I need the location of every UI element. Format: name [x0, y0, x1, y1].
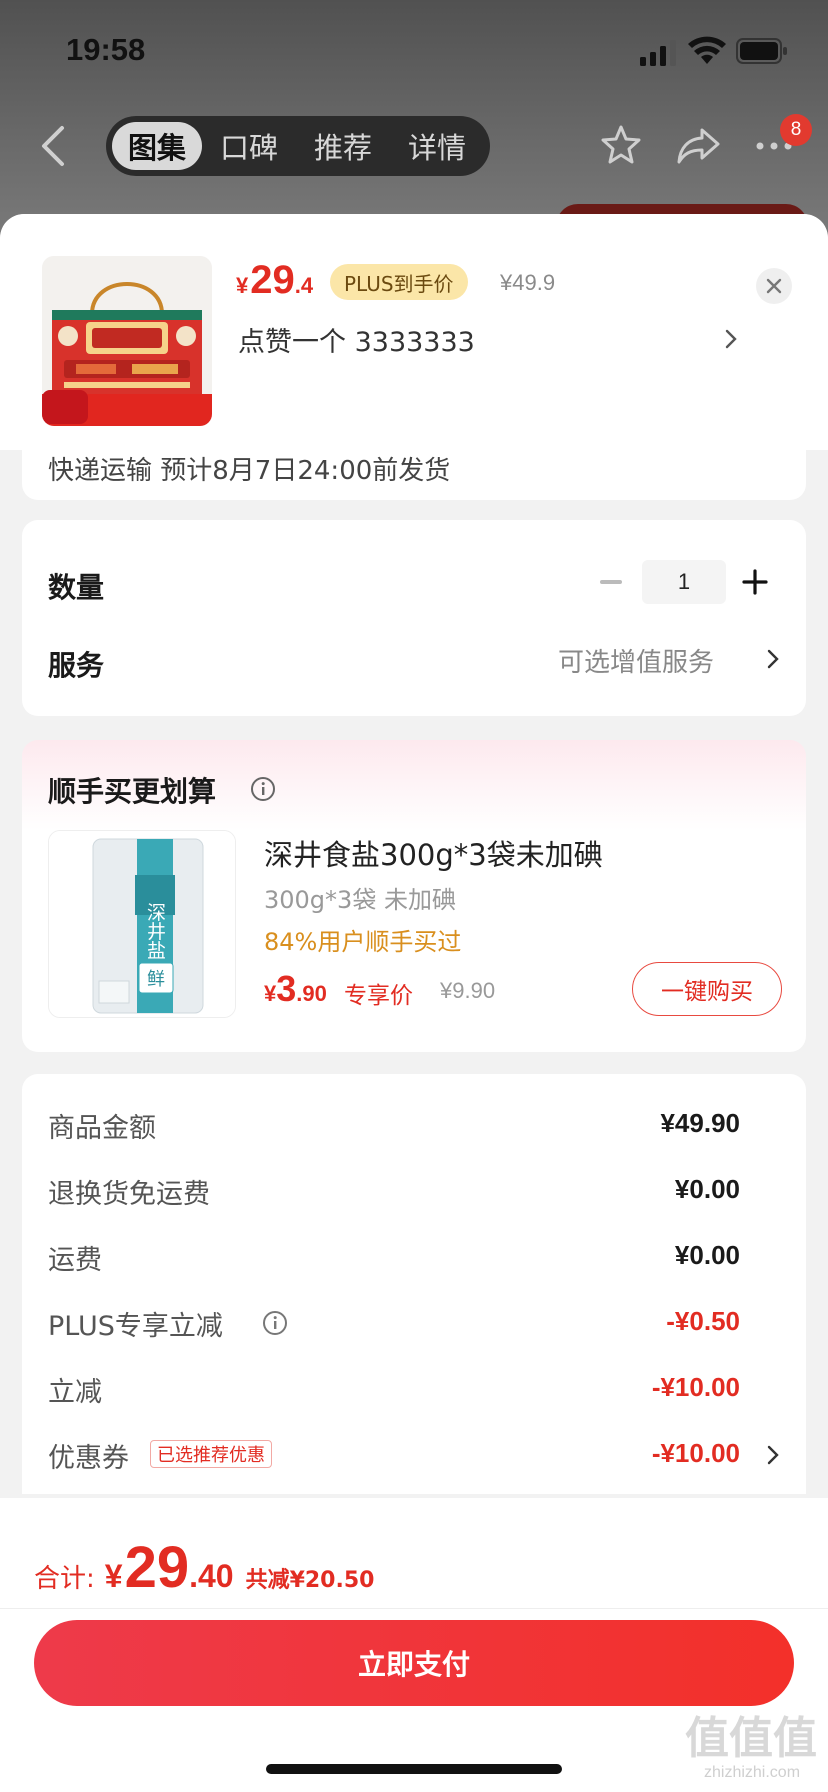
status-time: 19:58 [66, 32, 146, 67]
product-thumbnail[interactable] [42, 256, 212, 426]
summary-value: -¥10.00 [651, 1372, 740, 1402]
tab-recommend[interactable]: 推荐 [296, 122, 390, 170]
pay-now-button[interactable]: 立即支付 [34, 1620, 794, 1706]
back-icon[interactable] [36, 124, 72, 168]
summary-value: ¥0.00 [674, 1240, 740, 1270]
addon-price-decimal: .90 [296, 981, 327, 1006]
wifi-icon [688, 36, 726, 64]
summary-label: 立减 [48, 1377, 102, 1408]
summary-label: 运费 [48, 1245, 102, 1276]
summary-value: ¥0.00 [674, 1174, 740, 1204]
share-icon[interactable] [676, 126, 720, 166]
info-icon[interactable] [250, 776, 276, 802]
tab-reviews[interactable]: 口碑 [202, 122, 296, 170]
quantity-label: 数量 [48, 571, 105, 604]
summary-row-coupon[interactable]: 优惠券 已选推荐优惠 -¥10.00 [22, 1436, 806, 1476]
summary-label: 优惠券 [48, 1443, 129, 1474]
salt-package-image: 深井盐 鲜 [49, 831, 235, 1017]
tab-gallery[interactable]: 图集 [112, 122, 202, 170]
summary-label: 商品金额 [48, 1113, 156, 1144]
total-label: 合计: [34, 1564, 95, 1594]
divider [0, 1608, 828, 1609]
salt-package-sublabel: 鲜 [147, 969, 165, 990]
notification-badge: 8 [780, 114, 812, 146]
order-total: 合计: ¥ 29 .40 共减¥20.50 [34, 1534, 374, 1601]
hotpot-package-image [42, 256, 212, 426]
summary-value: ¥49.90 [660, 1108, 740, 1138]
summary-value: -¥10.00 [651, 1438, 740, 1468]
quantity-input[interactable]: 1 [642, 560, 726, 604]
total-discount: 共减¥20.50 [245, 1568, 375, 1593]
quantity-increase-button[interactable] [740, 567, 770, 597]
one-click-buy-button[interactable]: 一键购买 [632, 962, 782, 1016]
status-bar: 19:58 [0, 0, 828, 100]
quantity-decrease-button[interactable] [600, 580, 622, 584]
info-icon[interactable] [262, 1310, 288, 1336]
service-value[interactable]: 可选增值服务 [558, 642, 714, 679]
summary-row-instant-discount: 立减 -¥10.00 [22, 1370, 806, 1410]
addon-price-currency: ¥ [264, 981, 277, 1006]
summary-value: -¥0.50 [666, 1306, 740, 1336]
shipping-text: 快递运输 预计8月7日24:00前发货 [48, 456, 451, 486]
total-decimal: .40 [189, 1558, 234, 1594]
price-summary-card: 商品金额 ¥49.90 退换货免运费 ¥0.00 运费 ¥0.00 PLUS专享… [22, 1074, 806, 1494]
service-label: 服务 [48, 649, 105, 682]
price-integer: 29 [250, 258, 295, 302]
summary-row-subtotal: 商品金额 ¥49.90 [22, 1106, 806, 1146]
coupon-tag: 已选推荐优惠 [150, 1440, 272, 1468]
close-button[interactable] [756, 268, 792, 304]
summary-row-plus-discount: PLUS专享立减 -¥0.50 [22, 1304, 806, 1344]
addon-title: 顺手买更划算 [48, 775, 217, 808]
addon-card: 顺手买更划算 深井盐 鲜 深井食盐300g*3袋未加碘 300g*3袋 未加碘 … [22, 740, 806, 1052]
watermark-url: zhizhizhi.com [703, 1764, 801, 1781]
addon-price-integer: 3 [276, 968, 297, 1009]
addon-price: ¥ 3 .90 [264, 968, 327, 1010]
nav-tabs: 图集 口碑 推荐 详情 [106, 116, 490, 176]
chevron-right-icon[interactable] [724, 328, 738, 350]
sheet-header: ¥ 29 .4 PLUS到手价 ¥49.9 点赞一个 3333333 [0, 214, 828, 450]
plus-price-tag: PLUS到手价 [330, 264, 468, 300]
summary-label: 退换货免运费 [48, 1179, 210, 1210]
quantity-service-card: 数量 1 服务 可选增值服务 [22, 520, 806, 716]
price-currency: ¥ [236, 273, 249, 298]
summary-row-shipping: 运费 ¥0.00 [22, 1238, 806, 1278]
total-integer: 29 [124, 1535, 190, 1600]
signal-icon [640, 40, 676, 66]
star-icon[interactable] [600, 124, 642, 166]
header-price: ¥ 29 .4 [236, 258, 313, 303]
tab-details[interactable]: 详情 [390, 122, 484, 170]
addon-original-price: ¥9.90 [440, 978, 496, 1003]
chevron-right-icon[interactable] [766, 648, 780, 670]
close-icon [766, 278, 782, 294]
summary-row-return-shipping: 退换货免运费 ¥0.00 [22, 1172, 806, 1212]
addon-product-name[interactable]: 深井食盐300g*3袋未加碘 [264, 832, 603, 874]
home-indicator[interactable] [266, 1764, 562, 1774]
addon-product-image[interactable]: 深井盐 鲜 [48, 830, 236, 1018]
chevron-right-icon[interactable] [766, 1444, 780, 1466]
original-price: ¥49.9 [500, 270, 556, 295]
summary-label: PLUS专享立减 [48, 1311, 223, 1342]
price-decimal: .4 [294, 273, 314, 298]
selected-spec[interactable]: 点赞一个 3333333 [238, 320, 475, 359]
battery-icon [736, 38, 787, 64]
salt-package-label: 深井盐 [144, 902, 166, 959]
addon-price-tag: 专享价 [344, 983, 413, 1009]
total-currency: ¥ [104, 1558, 123, 1594]
addon-users-stat: 84%用户顺手买过 [264, 928, 462, 956]
addon-product-spec: 300g*3袋 未加碘 [264, 886, 456, 914]
bottom-bar: 合计: ¥ 29 .40 共减¥20.50 立即支付 值值值 zhizhizhi… [0, 1498, 828, 1792]
